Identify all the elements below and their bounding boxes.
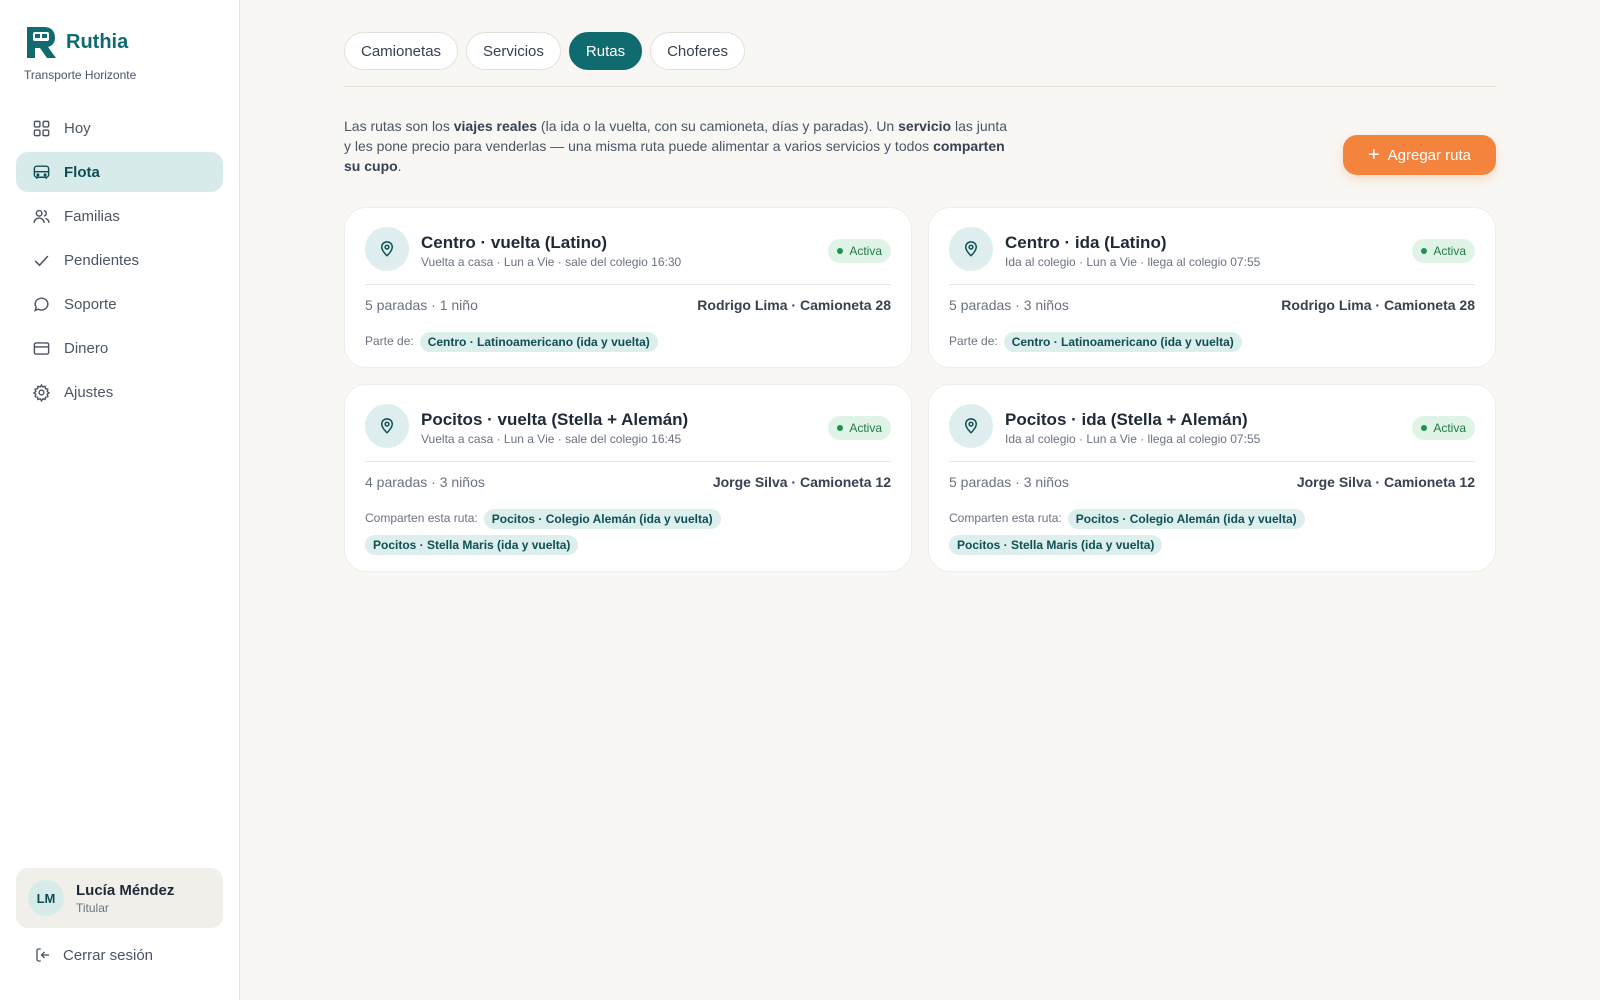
user-role: Titular bbox=[76, 900, 109, 915]
status-dot-icon bbox=[1421, 248, 1428, 254]
brand-name: Ruthia bbox=[66, 30, 129, 53]
service-chip[interactable]: Pocitos · Colegio Alemán (ida y vuelta) bbox=[483, 508, 721, 529]
shared-label: Comparten esta ruta: bbox=[365, 511, 478, 525]
route-driver: Jorge Silva · Camioneta 12 bbox=[1296, 474, 1475, 490]
avatar: LM bbox=[28, 880, 64, 916]
sidebar-item-dinero[interactable]: Dinero bbox=[16, 328, 223, 368]
sidebar-item-label: Soporte bbox=[64, 295, 117, 313]
bus-icon bbox=[33, 164, 50, 179]
map-pin-icon bbox=[949, 227, 993, 271]
route-driver: Rodrigo Lima · Camioneta 28 bbox=[1281, 297, 1475, 313]
route-subtitle: Vuelta a casa · Lun a Vie · sale del col… bbox=[421, 432, 682, 446]
divider bbox=[365, 284, 891, 285]
status-badge: Activa bbox=[1412, 239, 1475, 263]
route-title: Pocitos · vuelta (Stella + Alemán) bbox=[421, 410, 689, 429]
shared-label: Comparten esta ruta: bbox=[949, 511, 1062, 525]
route-title: Centro · vuelta (Latino) bbox=[421, 233, 608, 252]
gear-icon bbox=[32, 383, 51, 402]
route-driver: Jorge Silva · Camioneta 12 bbox=[712, 474, 891, 490]
logout-label: Cerrar sesión bbox=[63, 946, 154, 964]
route-card[interactable]: Centro · ida (Latino) Ida al colegio · L… bbox=[928, 207, 1496, 368]
divider bbox=[365, 461, 891, 462]
tab-camionetas[interactable]: Camionetas bbox=[344, 32, 459, 70]
sidebar-item-hoy[interactable]: Hoy bbox=[16, 108, 223, 148]
route-subtitle: Vuelta a casa · Lun a Vie · sale del col… bbox=[421, 255, 682, 269]
tab-choferes[interactable]: Choferes bbox=[650, 32, 745, 70]
sidebar-item-label: Pendientes bbox=[64, 251, 140, 269]
route-card[interactable]: Pocitos · ida (Stella + Alemán) Ida al c… bbox=[928, 384, 1496, 572]
brand-subtitle: Transporte Horizonte bbox=[24, 68, 137, 82]
route-stats: 5 paradas · 3 niños bbox=[949, 474, 1069, 490]
map-pin-icon bbox=[365, 404, 409, 448]
sidebar-item-label: Dinero bbox=[64, 339, 109, 357]
service-chip[interactable]: Pocitos · Stella Maris (ida y vuelta) bbox=[365, 534, 579, 555]
logout-button[interactable]: Cerrar sesión bbox=[34, 946, 153, 964]
status-dot-icon bbox=[837, 248, 844, 254]
route-card[interactable]: Centro · vuelta (Latino) Vuelta a casa ·… bbox=[344, 207, 912, 368]
check-icon bbox=[34, 255, 49, 266]
route-subtitle: Ida al colegio · Lun a Vie · llega al co… bbox=[1005, 432, 1261, 446]
status-badge: Activa bbox=[828, 239, 891, 263]
tab-servicios[interactable]: Servicios bbox=[466, 32, 561, 70]
service-chip[interactable]: Centro · Latinoamericano (ida y vuelta) bbox=[419, 331, 658, 352]
route-stats: 5 paradas · 3 niños bbox=[949, 297, 1069, 313]
sidebar-item-flota[interactable]: Flota bbox=[16, 152, 223, 192]
logout-icon bbox=[36, 948, 49, 962]
shared-services: Comparten esta ruta: Pocitos · Colegio Al… bbox=[365, 505, 891, 557]
shared-label: Parte de: bbox=[949, 334, 998, 348]
route-title: Pocitos · ida (Stella + Alemán) bbox=[1005, 410, 1248, 429]
service-chip[interactable]: Pocitos · Colegio Alemán (ida y vuelta) bbox=[1067, 508, 1305, 529]
shared-services: Parte de: Centro · Latinoamericano (ida y… bbox=[365, 328, 891, 354]
sidebar-nav: Hoy Flota Familias Pendientes Soporte Di… bbox=[16, 108, 223, 416]
user-name: Lucía Méndez bbox=[76, 881, 175, 899]
sidebar: Ruthia Transporte Horizonte Hoy Flota Fa… bbox=[0, 0, 240, 1000]
card-icon bbox=[33, 341, 50, 355]
add-route-label: Agregar ruta bbox=[1387, 146, 1472, 164]
add-route-button[interactable]: + Agregar ruta bbox=[1343, 135, 1496, 175]
sidebar-item-ajustes[interactable]: Ajustes bbox=[16, 372, 223, 412]
route-subtitle: Ida al colegio · Lun a Vie · llega al co… bbox=[1005, 255, 1261, 269]
route-stats: 4 paradas · 3 niños bbox=[365, 474, 485, 490]
tab-rutas[interactable]: Rutas bbox=[568, 32, 643, 70]
grid-icon bbox=[33, 120, 50, 136]
chat-icon bbox=[34, 296, 49, 312]
status-dot-icon bbox=[837, 425, 844, 431]
route-title: Centro · ida (Latino) bbox=[1005, 233, 1167, 252]
status-badge: Activa bbox=[828, 416, 891, 440]
logo-icon bbox=[27, 27, 56, 58]
route-card[interactable]: Pocitos · vuelta (Stella + Alemán) Vuelt… bbox=[344, 384, 912, 572]
sidebar-item-soporte[interactable]: Soporte bbox=[16, 284, 223, 324]
sidebar-item-label: Flota bbox=[64, 163, 100, 181]
sidebar-item-familias[interactable]: Familias bbox=[16, 196, 223, 236]
shared-label: Parte de: bbox=[365, 334, 414, 348]
plus-icon: + bbox=[1367, 144, 1380, 166]
divider bbox=[949, 461, 1475, 462]
service-chip[interactable]: Centro · Latinoamericano (ida y vuelta) bbox=[1003, 331, 1242, 352]
divider bbox=[949, 284, 1475, 285]
tab-bar: Camionetas Servicios Rutas Choferes bbox=[344, 32, 1496, 87]
sidebar-item-pendientes[interactable]: Pendientes bbox=[16, 240, 223, 280]
map-pin-icon bbox=[949, 404, 993, 448]
intro-text: Las rutas son los viajes reales (la ida … bbox=[344, 118, 1008, 174]
sidebar-item-label: Hoy bbox=[64, 119, 91, 137]
map-pin-icon bbox=[365, 227, 409, 271]
shared-services: Comparten esta ruta: Pocitos · Colegio Al… bbox=[949, 505, 1475, 557]
status-badge: Activa bbox=[1412, 416, 1475, 440]
route-stats: 5 paradas · 1 niño bbox=[365, 297, 478, 313]
users-icon bbox=[33, 209, 50, 223]
shared-services: Parte de: Centro · Latinoamericano (ida y… bbox=[949, 328, 1475, 354]
brand[interactable]: Ruthia bbox=[24, 24, 128, 60]
route-driver: Rodrigo Lima · Camioneta 28 bbox=[697, 297, 891, 313]
sidebar-item-label: Ajustes bbox=[64, 383, 114, 401]
user-card[interactable]: LM Lucía Méndez Titular bbox=[16, 868, 223, 928]
sidebar-item-label: Familias bbox=[64, 207, 120, 225]
service-chip[interactable]: Pocitos · Stella Maris (ida y vuelta) bbox=[949, 534, 1163, 555]
status-dot-icon bbox=[1421, 425, 1428, 431]
